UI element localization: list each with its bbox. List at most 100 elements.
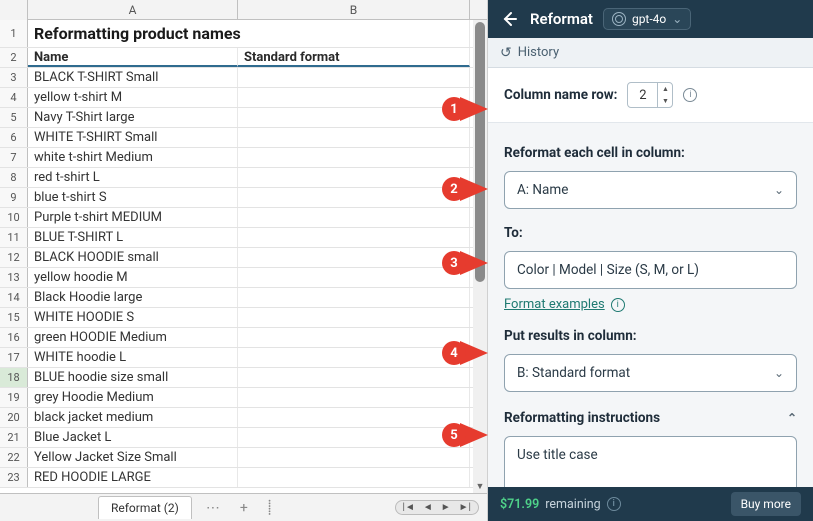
nav-next-icon[interactable]: ►: [438, 502, 454, 513]
row-header[interactable]: 4: [0, 88, 28, 107]
row-header[interactable]: 2: [0, 48, 28, 67]
tab-menu-icon[interactable]: ⋯: [200, 500, 226, 516]
cell-name[interactable]: green HOODIE Medium: [28, 328, 238, 347]
cell-standard[interactable]: [238, 368, 470, 387]
cell-name[interactable]: Purple t-shirt MEDIUM: [28, 208, 238, 227]
dest-column-label: Put results in column:: [504, 328, 797, 344]
cell-name[interactable]: RED HOODIE LARGE: [28, 468, 238, 487]
cell-name[interactable]: WHITE T-SHIRT Small: [28, 128, 238, 147]
row-header[interactable]: 11: [0, 228, 28, 247]
callout-number: 5: [442, 423, 466, 447]
cell-standard[interactable]: [238, 188, 470, 207]
row-header[interactable]: 20: [0, 408, 28, 427]
cell-name[interactable]: BLUE T-SHIRT L: [28, 228, 238, 247]
cell-standard[interactable]: [238, 388, 470, 407]
row-header[interactable]: 14: [0, 288, 28, 307]
cell-standard[interactable]: [238, 148, 470, 167]
row-header[interactable]: 7: [0, 148, 28, 167]
cell-standard[interactable]: [238, 88, 470, 107]
cell-name[interactable]: yellow t-shirt M: [28, 88, 238, 107]
nav-first-icon[interactable]: |◄: [400, 502, 418, 513]
col-name-row-stepper[interactable]: 2 ▲ ▼: [627, 82, 673, 108]
info-icon[interactable]: i: [611, 298, 625, 312]
instructions-header[interactable]: Reformatting instructions ⌃: [504, 410, 797, 426]
to-format-input[interactable]: Color | Model | Size (S, M, or L): [504, 251, 797, 289]
cell-name[interactable]: Blue Jacket L: [28, 428, 238, 447]
header-standard[interactable]: Standard format: [238, 48, 470, 67]
row-header[interactable]: 13: [0, 268, 28, 287]
col-header-a[interactable]: A: [28, 0, 238, 19]
row-header[interactable]: 1: [0, 20, 28, 47]
cell-standard[interactable]: [238, 108, 470, 127]
row-header[interactable]: 9: [0, 188, 28, 207]
cell-name[interactable]: BLUE hoodie size small: [28, 368, 238, 387]
cell-standard[interactable]: [238, 328, 470, 347]
cell-standard[interactable]: [238, 348, 470, 367]
cell-standard[interactable]: [238, 68, 470, 87]
cell-standard[interactable]: [238, 268, 470, 287]
cell-name[interactable]: red t-shirt L: [28, 168, 238, 187]
stepper-value: 2: [628, 88, 657, 103]
header-name[interactable]: Name: [28, 48, 238, 67]
cell-name[interactable]: white t-shirt Medium: [28, 148, 238, 167]
row-header[interactable]: 3: [0, 68, 28, 87]
cell-standard[interactable]: [238, 128, 470, 147]
row-header[interactable]: 23: [0, 468, 28, 487]
cell-standard[interactable]: [238, 448, 470, 467]
cell-name[interactable]: Yellow Jacket Size Small: [28, 448, 238, 467]
cell-name[interactable]: yellow hoodie M: [28, 268, 238, 287]
cell-standard[interactable]: [238, 288, 470, 307]
row-header[interactable]: 18: [0, 368, 28, 387]
cell-name[interactable]: WHITE hoodie L: [28, 348, 238, 367]
row-header[interactable]: 21: [0, 428, 28, 447]
row-header[interactable]: 15: [0, 308, 28, 327]
row-header[interactable]: 12: [0, 248, 28, 267]
row-header[interactable]: 10: [0, 208, 28, 227]
corner-cell[interactable]: [0, 0, 28, 20]
stepper-down-icon[interactable]: ▼: [658, 95, 672, 107]
col-header-b[interactable]: B: [238, 0, 470, 19]
history-bar[interactable]: ↺ History: [488, 38, 813, 68]
sheet-title[interactable]: Reformatting product names: [28, 20, 470, 47]
cell-standard[interactable]: [238, 248, 470, 267]
cell-standard[interactable]: [238, 468, 470, 487]
instructions-textarea[interactable]: Use title case: [504, 436, 797, 487]
back-button[interactable]: [498, 8, 520, 30]
cell-standard[interactable]: [238, 308, 470, 327]
row-header[interactable]: 16: [0, 328, 28, 347]
cell-name[interactable]: BLACK HOODIE small: [28, 248, 238, 267]
row-header[interactable]: 5: [0, 108, 28, 127]
cell-standard[interactable]: [238, 228, 470, 247]
cell-name[interactable]: Black Hoodie large: [28, 288, 238, 307]
buy-more-button[interactable]: Buy more: [731, 492, 801, 516]
nav-last-icon[interactable]: ►|: [456, 502, 474, 513]
sheet-tab-active[interactable]: Reformat (2): [98, 496, 192, 519]
cell-standard[interactable]: [238, 428, 470, 447]
instructions-label: Reformatting instructions: [504, 410, 660, 426]
scroll-down-arrow[interactable]: ▼: [473, 479, 487, 493]
cell-name[interactable]: WHITE HOODIE S: [28, 308, 238, 327]
cell-name[interactable]: blue t-shirt S: [28, 188, 238, 207]
row-header[interactable]: 6: [0, 128, 28, 147]
cell-name[interactable]: Navy T-Shirt large: [28, 108, 238, 127]
cell-standard[interactable]: [238, 168, 470, 187]
cell-name[interactable]: grey Hoodie Medium: [28, 388, 238, 407]
dest-column-select[interactable]: B: Standard format ⌄: [504, 354, 797, 392]
cell-name[interactable]: black jacket medium: [28, 408, 238, 427]
row-header[interactable]: 17: [0, 348, 28, 367]
row-header[interactable]: 22: [0, 448, 28, 467]
format-examples-link[interactable]: Format examples: [504, 297, 605, 312]
nav-prev-icon[interactable]: ◄: [420, 502, 436, 513]
model-selector[interactable]: gpt-4o ⌄: [603, 8, 691, 30]
source-column-select[interactable]: A: Name ⌄: [504, 171, 797, 209]
add-sheet-icon[interactable]: +: [234, 500, 254, 516]
cell-standard[interactable]: [238, 408, 470, 427]
stepper-up-icon[interactable]: ▲: [658, 83, 672, 95]
row-header[interactable]: 8: [0, 168, 28, 187]
scrollbar-thumb[interactable]: [475, 22, 485, 282]
info-icon[interactable]: i: [683, 88, 697, 102]
cell-name[interactable]: BLACK T-SHIRT Small: [28, 68, 238, 87]
cell-standard[interactable]: [238, 208, 470, 227]
row-header[interactable]: 19: [0, 388, 28, 407]
info-icon[interactable]: i: [607, 497, 621, 511]
